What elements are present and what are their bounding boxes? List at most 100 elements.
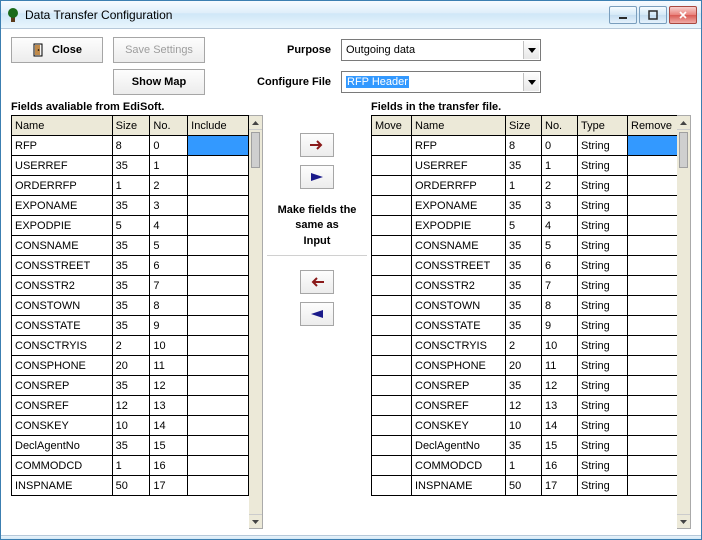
table-row[interactable]: RFP80	[12, 136, 249, 156]
col-no[interactable]: No.	[542, 116, 578, 136]
right-scrollbar[interactable]	[677, 115, 691, 529]
cell-include[interactable]	[188, 476, 249, 496]
right-table[interactable]: Move Name Size No. Type Remove RFP80Stri…	[371, 115, 677, 529]
cell-move[interactable]	[372, 416, 412, 436]
table-row[interactable]: DeclAgentNo3515	[12, 436, 249, 456]
table-row[interactable]: CONSREF1213	[12, 396, 249, 416]
cell-move[interactable]	[372, 296, 412, 316]
maximize-button[interactable]	[639, 6, 667, 24]
cell-remove[interactable]	[628, 216, 678, 236]
table-row[interactable]: EXPONAME353	[12, 196, 249, 216]
cell-include[interactable]	[188, 336, 249, 356]
cell-include[interactable]	[188, 276, 249, 296]
cell-move[interactable]	[372, 136, 412, 156]
cell-include[interactable]	[188, 436, 249, 456]
table-row[interactable]: RFP80String	[372, 136, 678, 156]
table-row[interactable]: ORDERRFP12	[12, 176, 249, 196]
table-row[interactable]: CONSKEY1014	[12, 416, 249, 436]
move-left-one-button[interactable]	[300, 270, 334, 294]
scroll-down-icon[interactable]	[677, 514, 690, 528]
table-row[interactable]: EXPODPIE54	[12, 216, 249, 236]
col-size[interactable]: Size	[112, 116, 150, 136]
cell-include[interactable]	[188, 396, 249, 416]
table-row[interactable]: CONSTOWN358	[12, 296, 249, 316]
save-settings-button[interactable]: Save Settings	[113, 37, 205, 63]
col-remove[interactable]: Remove	[628, 116, 678, 136]
table-row[interactable]: CONSSTR2357String	[372, 276, 678, 296]
table-row[interactable]: INSPNAME5017	[12, 476, 249, 496]
cell-remove[interactable]	[628, 356, 678, 376]
cell-include[interactable]	[188, 316, 249, 336]
left-table[interactable]: Name Size No. Include RFP80USERREF351ORD…	[11, 115, 249, 529]
col-no[interactable]: No.	[150, 116, 188, 136]
table-row[interactable]: CONSNAME355	[12, 236, 249, 256]
cell-move[interactable]	[372, 196, 412, 216]
cell-include[interactable]	[188, 216, 249, 236]
table-row[interactable]: CONSREF1213String	[372, 396, 678, 416]
table-row[interactable]: CONSSTATE359String	[372, 316, 678, 336]
cell-remove[interactable]	[628, 136, 678, 156]
table-row[interactable]: CONSSTR2357	[12, 276, 249, 296]
table-row[interactable]: CONSTOWN358String	[372, 296, 678, 316]
cell-include[interactable]	[188, 156, 249, 176]
table-row[interactable]: CONSREP3512	[12, 376, 249, 396]
cell-remove[interactable]	[628, 156, 678, 176]
show-map-button[interactable]: Show Map	[113, 69, 205, 95]
move-right-all-button[interactable]	[300, 165, 334, 189]
scroll-thumb[interactable]	[251, 132, 260, 168]
cell-move[interactable]	[372, 176, 412, 196]
cell-move[interactable]	[372, 156, 412, 176]
minimize-button[interactable]	[609, 6, 637, 24]
table-row[interactable]: INSPNAME5017String	[372, 476, 678, 496]
cell-include[interactable]	[188, 416, 249, 436]
configure-file-select[interactable]: RFP Header	[341, 71, 541, 93]
table-row[interactable]: CONSREP3512String	[372, 376, 678, 396]
close-button[interactable]: Close	[11, 37, 103, 63]
table-row[interactable]: CONSPHONE2011	[12, 356, 249, 376]
cell-remove[interactable]	[628, 276, 678, 296]
table-row[interactable]: CONSCTRYIS210	[12, 336, 249, 356]
cell-remove[interactable]	[628, 336, 678, 356]
cell-move[interactable]	[372, 356, 412, 376]
cell-include[interactable]	[188, 176, 249, 196]
table-row[interactable]: ORDERRFP12String	[372, 176, 678, 196]
purpose-select[interactable]: Outgoing data	[341, 39, 541, 61]
scroll-thumb[interactable]	[679, 132, 688, 168]
col-size[interactable]: Size	[506, 116, 542, 136]
move-right-one-button[interactable]	[300, 133, 334, 157]
cell-remove[interactable]	[628, 316, 678, 336]
cell-include[interactable]	[188, 236, 249, 256]
cell-move[interactable]	[372, 376, 412, 396]
table-row[interactable]: EXPONAME353String	[372, 196, 678, 216]
scroll-up-icon[interactable]	[249, 116, 262, 130]
cell-remove[interactable]	[628, 256, 678, 276]
table-row[interactable]: DeclAgentNo3515String	[372, 436, 678, 456]
cell-move[interactable]	[372, 336, 412, 356]
cell-include[interactable]	[188, 356, 249, 376]
cell-move[interactable]	[372, 216, 412, 236]
table-row[interactable]: CONSNAME355String	[372, 236, 678, 256]
col-name[interactable]: Name	[12, 116, 113, 136]
left-scrollbar[interactable]	[249, 115, 263, 529]
col-include[interactable]: Include	[188, 116, 249, 136]
cell-remove[interactable]	[628, 196, 678, 216]
cell-move[interactable]	[372, 256, 412, 276]
move-left-all-button[interactable]	[300, 302, 334, 326]
col-type[interactable]: Type	[578, 116, 628, 136]
col-move[interactable]: Move	[372, 116, 412, 136]
table-row[interactable]: COMMODCD116String	[372, 456, 678, 476]
cell-remove[interactable]	[628, 176, 678, 196]
cell-remove[interactable]	[628, 436, 678, 456]
cell-include[interactable]	[188, 296, 249, 316]
cell-remove[interactable]	[628, 376, 678, 396]
cell-move[interactable]	[372, 316, 412, 336]
cell-remove[interactable]	[628, 476, 678, 496]
cell-move[interactable]	[372, 236, 412, 256]
table-row[interactable]: CONSSTREET356String	[372, 256, 678, 276]
table-row[interactable]: CONSKEY1014String	[372, 416, 678, 436]
table-row[interactable]: CONSPHONE2011String	[372, 356, 678, 376]
cell-move[interactable]	[372, 436, 412, 456]
cell-include[interactable]	[188, 376, 249, 396]
cell-move[interactable]	[372, 456, 412, 476]
table-row[interactable]: EXPODPIE54String	[372, 216, 678, 236]
